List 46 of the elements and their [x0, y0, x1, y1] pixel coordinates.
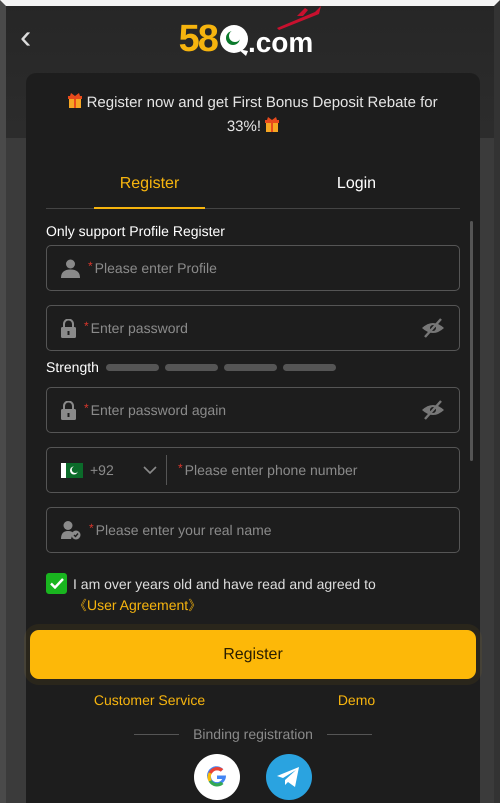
- input-field[interactable]: Please enter Profile: [94, 260, 445, 276]
- register-note: Only support Profile Register: [46, 223, 226, 239]
- password-field[interactable]: *Enter password: [46, 305, 460, 351]
- user-check-icon: [61, 520, 81, 540]
- tab[interactable]: Login: [253, 161, 460, 208]
- register-button[interactable]: Register: [30, 630, 476, 679]
- real-name-field[interactable]: *Please enter your real name: [46, 507, 460, 553]
- phone-field[interactable]: +92 *Please enter phone number: [46, 447, 460, 493]
- profile-field[interactable]: *Please enter Profile: [46, 245, 460, 291]
- footer-link[interactable]: Demo: [253, 692, 460, 708]
- check-icon: [50, 578, 64, 589]
- bonus-banner-text: Register now and get First Bonus Deposit Rebate for 33%!: [56, 91, 450, 139]
- agreement-text: I am over years old and have read and agreed to 《User Agreement》: [73, 575, 377, 615]
- google-icon[interactable]: [194, 754, 240, 800]
- input-field[interactable]: Please enter your real name: [96, 522, 445, 538]
- required-mark: *: [88, 259, 93, 273]
- footer-link[interactable]: Customer Service: [46, 692, 253, 708]
- lock-icon: [61, 318, 76, 338]
- binding-label: Binding registration: [193, 726, 313, 742]
- input-field[interactable]: Please enter phone number: [184, 462, 445, 478]
- required-mark: *: [89, 521, 94, 535]
- logo-number: 58: [178, 18, 217, 61]
- input-field[interactable]: Enter password again: [90, 402, 421, 418]
- required-mark: *: [84, 401, 89, 415]
- flag-icon: [61, 462, 83, 478]
- user-icon: [61, 258, 80, 278]
- required-mark: *: [84, 319, 89, 333]
- tab[interactable]: Register: [46, 161, 253, 208]
- strength-label: Strength: [46, 359, 99, 375]
- required-mark: *: [178, 461, 183, 475]
- input-field[interactable]: Enter password: [90, 320, 421, 336]
- user-agreement-link[interactable]: 《User Agreement》: [73, 597, 202, 613]
- plane-icon: [275, 6, 324, 30]
- lock-icon: [61, 400, 76, 420]
- logo-domain: .com: [248, 26, 314, 58]
- eye-off-icon[interactable]: [421, 318, 445, 338]
- scrollbar[interactable]: [470, 221, 473, 461]
- password-field[interactable]: *Enter password again: [46, 387, 460, 433]
- country-code[interactable]: +92: [90, 462, 134, 478]
- back-button[interactable]: ‹: [20, 20, 32, 54]
- paper-plane-icon[interactable]: [266, 754, 312, 800]
- eye-off-icon[interactable]: [421, 400, 445, 420]
- gift-icon: [68, 93, 82, 108]
- agreement-checkbox[interactable]: [46, 573, 67, 594]
- chevron-down-icon[interactable]: [143, 466, 157, 474]
- gift-icon: [265, 117, 280, 132]
